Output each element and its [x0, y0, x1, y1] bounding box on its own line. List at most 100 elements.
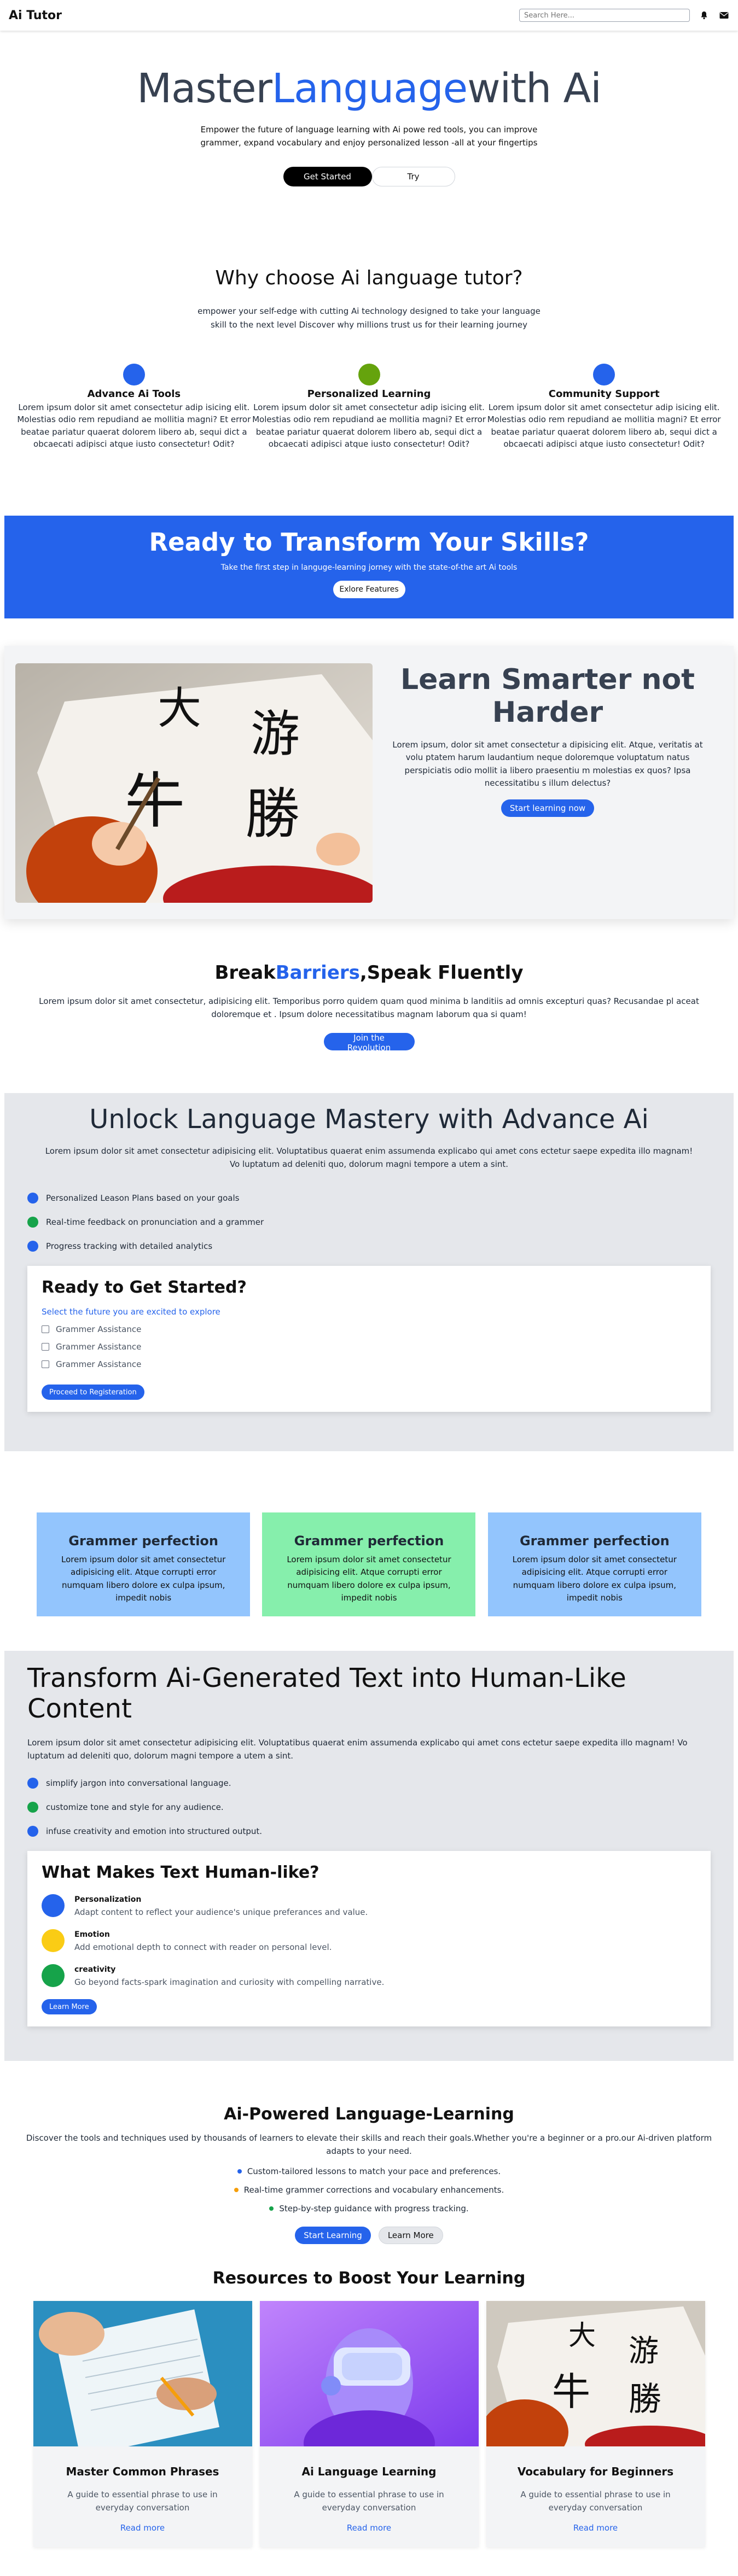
calligraphy-photo: 大 游 牛 勝: [15, 663, 373, 903]
feature-title: Community Support: [548, 388, 660, 400]
unlock-title: Unlock Language Mastery with Advance Ai: [89, 1104, 649, 1135]
grammar-card-title: Grammer perfection: [68, 1533, 219, 1549]
svg-text:大: 大: [568, 2320, 596, 2351]
resource-card-text: A guide to essential phrase to use in ev…: [67, 2490, 218, 2513]
svg-text:游: 游: [251, 705, 300, 763]
resource-card: Ai Language Learning A guide to essentia…: [259, 2301, 479, 2547]
resource-card-title: Ai Language Learning: [301, 2465, 437, 2478]
resource-card-title: Master Common Phrases: [66, 2465, 219, 2478]
ai-powered-text: Discover the tools and techniques used b…: [26, 2133, 712, 2156]
read-more-link[interactable]: Read more: [260, 2523, 479, 2533]
feature-card: Community Support Lorem ipsum dolor sit …: [486, 363, 722, 451]
feature-text: Lorem ipsum dolor sit amet consectetur a…: [17, 402, 251, 449]
start-learning-now-button[interactable]: Start learning now: [501, 799, 595, 817]
personalization-dot-icon: [42, 1894, 65, 1917]
list-item: infuse creativity and emotion into struc…: [27, 1819, 711, 1843]
get-started-button[interactable]: Get Started: [283, 166, 372, 186]
unlock-section: Unlock Language Mastery with Advance Ai …: [4, 1093, 734, 1451]
item-title: creativity: [74, 1965, 116, 1974]
try-button[interactable]: Try: [371, 166, 455, 186]
search-input[interactable]: [519, 9, 690, 22]
hero-title-accent: Language: [271, 65, 468, 112]
checkbox-icon[interactable]: [42, 1360, 49, 1368]
feature-title: Personalized Learning: [307, 388, 431, 400]
bullet-dot-icon: [27, 1778, 38, 1789]
list-item: Real-time feedback on pronunciation and …: [27, 1210, 711, 1234]
break-barriers-text: Lorem ipsum dolor sit amet consectetur, …: [39, 996, 699, 1019]
get-started-card: Ready to Get Started? Select the future …: [27, 1266, 711, 1412]
break-barriers-title: BreakBarriers,Speak Fluently: [214, 962, 524, 984]
checkbox-icon[interactable]: [42, 1325, 49, 1333]
hero-title: MasterLanguagewith Ai: [137, 65, 602, 112]
calligraphy-card-photo: 大 游 牛 勝: [486, 2301, 705, 2446]
svg-text:牛: 牛: [552, 2369, 590, 2414]
grammar-card-title: Grammer perfection: [294, 1533, 444, 1549]
read-more-link[interactable]: Read more: [486, 2523, 705, 2533]
learn-more-button[interactable]: Learn More: [42, 1999, 97, 2014]
bullet-dot-icon: [234, 2188, 239, 2192]
transform-bullet-list: simplify jargon into conversational lang…: [27, 1771, 711, 1843]
resources-section: Resources to Boost Your Learning Master …: [0, 2269, 738, 2547]
explore-features-button[interactable]: Exlore Features: [333, 581, 405, 598]
checkbox-icon[interactable]: [42, 1343, 49, 1351]
resource-card: 大 游 牛 勝 Vocabulary for Beginners A guide…: [486, 2301, 705, 2547]
learn-more-secondary-button[interactable]: Learn More: [378, 2227, 443, 2244]
option-checkbox[interactable]: Grammer Assistance: [42, 1359, 696, 1369]
cta-text: Take the first step in languge-learning …: [220, 563, 518, 572]
transform-section: Transform Ai-Generated Text into Human-L…: [4, 1651, 734, 2061]
hero-buttons: Get Started Try: [0, 166, 738, 186]
option-checkbox[interactable]: Grammer Assistance: [42, 1324, 696, 1334]
resource-card: Master Common Phrases A guide to essenti…: [33, 2301, 252, 2547]
get-started-card-subtitle: Select the future you are excited to exp…: [42, 1307, 220, 1317]
list-item: Progress tracking with detailed analytic…: [27, 1234, 711, 1258]
join-revolution-button[interactable]: Join the Revolution: [323, 1033, 415, 1053]
human-like-card: What Makes Text Human-like? Personalizat…: [27, 1851, 711, 2026]
feature-dot-icon: [123, 363, 145, 385]
phrases-photo: [33, 2301, 252, 2446]
ai-powered-section: Ai-Powered Language-Learning Discover th…: [0, 2061, 738, 2269]
resource-cards: Master Common Phrases A guide to essenti…: [0, 2301, 738, 2547]
bell-icon[interactable]: [699, 10, 710, 21]
list-item: Personalization Adapt content to reflect …: [42, 1894, 696, 1917]
learn-smarter-title: Learn Smarter not Harder: [400, 663, 695, 729]
svg-text:勝: 勝: [629, 2380, 661, 2419]
resource-card-text: A guide to essential phrase to use in ev…: [520, 2490, 671, 2513]
item-title: Emotion: [74, 1930, 110, 1939]
learn-smarter-section: 大 游 牛 勝 Learn Smarter not Harder Lorem i…: [4, 646, 734, 919]
emotion-dot-icon: [42, 1929, 65, 1952]
list-item: Step-by-step guidance with progress trac…: [0, 2204, 738, 2213]
site-logo[interactable]: Ai Tutor: [9, 9, 62, 22]
feature-card: Advance Ai Tools Lorem ipsum dolor sit a…: [16, 363, 252, 451]
bullet-dot-icon: [237, 2169, 242, 2174]
grammar-card-text: Lorem ipsum dolor sit amet consectetur a…: [61, 1555, 226, 1603]
svg-text:大: 大: [158, 683, 201, 734]
list-item: creativity Go beyond facts-spark imaginat…: [42, 1964, 696, 1987]
list-item: Emotion Add emotional depth to connect wi…: [42, 1929, 696, 1952]
read-more-link[interactable]: Read more: [33, 2523, 252, 2533]
get-started-card-title: Ready to Get Started?: [42, 1278, 247, 1297]
start-learning-button[interactable]: Start Learning: [295, 2227, 371, 2244]
mail-icon[interactable]: [718, 10, 729, 21]
unlock-bullet-list: Personalized Leason Plans based on your …: [27, 1186, 711, 1258]
resources-title: Resources to Boost Your Learning: [212, 2269, 526, 2288]
grammar-card: Grammer perfection Lorem ipsum dolor sit…: [487, 1512, 701, 1616]
unlock-text: Lorem ipsum dolor sit amet consectetur a…: [45, 1146, 693, 1169]
human-like-card-title: What Makes Text Human-like?: [42, 1863, 319, 1882]
why-title: Why choose Ai language tutor?: [215, 267, 523, 289]
nav-actions: [519, 9, 729, 22]
grammar-card-title: Grammer perfection: [519, 1533, 670, 1549]
option-checkbox[interactable]: Grammer Assistance: [42, 1342, 696, 1352]
cta-title: Ready to Transform Your Skills?: [149, 528, 589, 557]
why-section: Why choose Ai language tutor? empower yo…: [0, 218, 738, 516]
proceed-registration-button[interactable]: Proceed to Registeration: [42, 1385, 144, 1400]
features-row: Advance Ai Tools Lorem ipsum dolor sit a…: [0, 363, 738, 451]
list-item: simplify jargon into conversational lang…: [27, 1771, 711, 1795]
bullet-dot-icon: [27, 1241, 38, 1252]
feature-text: Lorem ipsum dolor sit amet consectetur a…: [487, 402, 721, 449]
vr-headset-photo: [259, 2301, 479, 2446]
feature-dot-icon: [593, 363, 615, 385]
svg-text:游: 游: [629, 2333, 659, 2368]
grammar-card-text: Lorem ipsum dolor sit amet consectetur a…: [287, 1555, 451, 1603]
feature-text: Lorem ipsum dolor sit amet consectetur a…: [252, 402, 486, 449]
learn-smarter-content: Learn Smarter not Harder Lorem ipsum, do…: [373, 663, 723, 902]
